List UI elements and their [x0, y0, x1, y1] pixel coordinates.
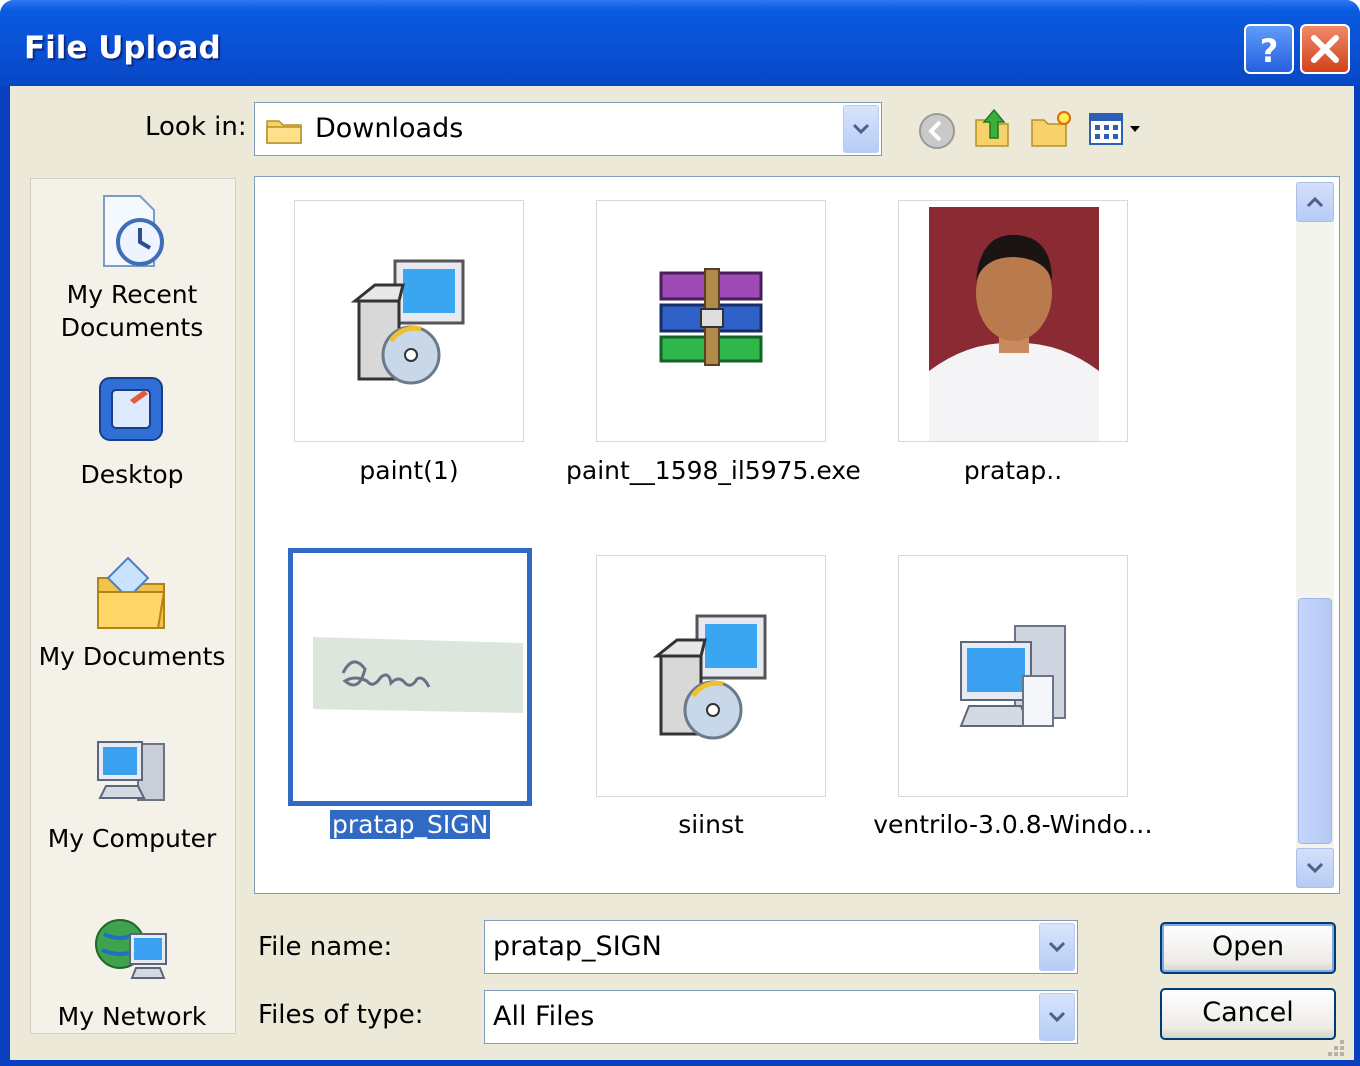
file-name-field-label: File name:	[258, 932, 393, 962]
photo-thumbnail	[929, 207, 1099, 441]
chevron-down-icon	[1048, 941, 1066, 953]
file-name-label-selected[interactable]: pratap_SIGN	[330, 810, 491, 839]
vertical-scrollbar[interactable]	[1296, 182, 1334, 888]
look-in-label: Look in:	[145, 112, 247, 142]
place-label: My Documents	[38, 642, 226, 671]
look-in-value: Downloads	[315, 113, 464, 144]
scroll-thumb[interactable]	[1298, 598, 1332, 844]
place-my-recent-documents[interactable]: My Recent Documents	[30, 190, 234, 344]
my-computer-icon	[97, 741, 165, 801]
svg-text:?: ?	[1260, 32, 1279, 70]
chevron-down-icon	[852, 123, 870, 135]
question-mark-icon: ?	[1260, 32, 1279, 70]
close-icon	[1311, 35, 1339, 63]
signature-thumbnail	[313, 637, 523, 713]
look-in-dropdown-button[interactable]	[843, 105, 879, 153]
desktop-icon	[99, 377, 163, 441]
file-type-dropdown[interactable]: All Files	[484, 990, 1078, 1044]
help-button[interactable]: ?	[1244, 24, 1294, 74]
new-folder-icon[interactable]	[1028, 106, 1074, 152]
chevron-up-icon	[1306, 196, 1324, 208]
file-name-label[interactable]: ventrilo-3.0.8-Windo…	[870, 810, 1156, 839]
file-thumbnail[interactable]	[596, 555, 826, 797]
file-upload-dialog: File Upload ? Look in: Downloads My Rece…	[0, 0, 1360, 1066]
open-button[interactable]: Open	[1160, 922, 1336, 974]
archive-icon	[659, 268, 763, 366]
file-name-label[interactable]: siinst	[596, 810, 826, 839]
title-bar[interactable]: File Upload ?	[0, 0, 1360, 86]
place-label: My Recent	[66, 280, 198, 309]
chevron-down-icon	[1048, 1011, 1066, 1023]
my-documents-icon	[97, 556, 166, 629]
views-menu-icon[interactable]	[1086, 106, 1146, 152]
file-thumbnail[interactable]	[294, 200, 524, 442]
look-in-dropdown[interactable]: Downloads	[254, 102, 882, 156]
file-name-label[interactable]: paint(1)	[294, 456, 524, 485]
place-label: My Network	[57, 1002, 207, 1031]
folder-icon	[266, 120, 302, 144]
place-my-documents[interactable]: My Documents	[30, 552, 234, 673]
scroll-down-button[interactable]	[1296, 848, 1334, 888]
place-desktop[interactable]: Desktop	[30, 370, 234, 491]
window-title: File Upload	[24, 30, 221, 66]
chevron-down-icon	[1306, 862, 1324, 874]
place-my-computer[interactable]: My Computer	[30, 734, 234, 855]
file-thumbnail[interactable]	[898, 555, 1128, 797]
close-button[interactable]	[1300, 24, 1350, 74]
file-name-dropdown-button[interactable]	[1039, 923, 1075, 971]
file-name-value: pratap_SIGN	[493, 931, 662, 962]
file-name-field[interactable]: pratap_SIGN	[484, 920, 1078, 974]
back-icon[interactable]	[916, 110, 958, 152]
place-label: My Computer	[47, 824, 217, 853]
file-type-value: All Files	[493, 1001, 595, 1032]
selected-file-name: pratap_SIGN	[330, 810, 491, 839]
file-type-field-label: Files of type:	[258, 1000, 424, 1030]
installer-icon	[652, 614, 767, 740]
my-network-icon	[95, 919, 167, 979]
file-type-dropdown-button[interactable]	[1039, 993, 1075, 1041]
resize-grip-icon[interactable]	[1322, 1036, 1348, 1060]
place-label: Desktop	[80, 460, 184, 489]
cancel-button[interactable]: Cancel	[1160, 988, 1336, 1040]
place-label-line2: Documents	[60, 313, 204, 342]
computer-setup-icon	[959, 625, 1066, 727]
file-thumbnail[interactable]	[596, 200, 826, 442]
file-thumbnail[interactable]	[898, 200, 1128, 442]
file-thumbnail-selected[interactable]	[288, 548, 532, 806]
up-folder-icon[interactable]	[970, 106, 1016, 152]
place-my-network[interactable]: My Network	[30, 912, 234, 1033]
file-name-label[interactable]: paint__1598_il5975.exe	[566, 456, 861, 485]
recent-documents-icon	[103, 195, 164, 267]
scroll-up-button[interactable]	[1296, 182, 1334, 222]
file-name-label[interactable]: pratap..	[898, 456, 1128, 485]
installer-icon	[350, 259, 465, 385]
